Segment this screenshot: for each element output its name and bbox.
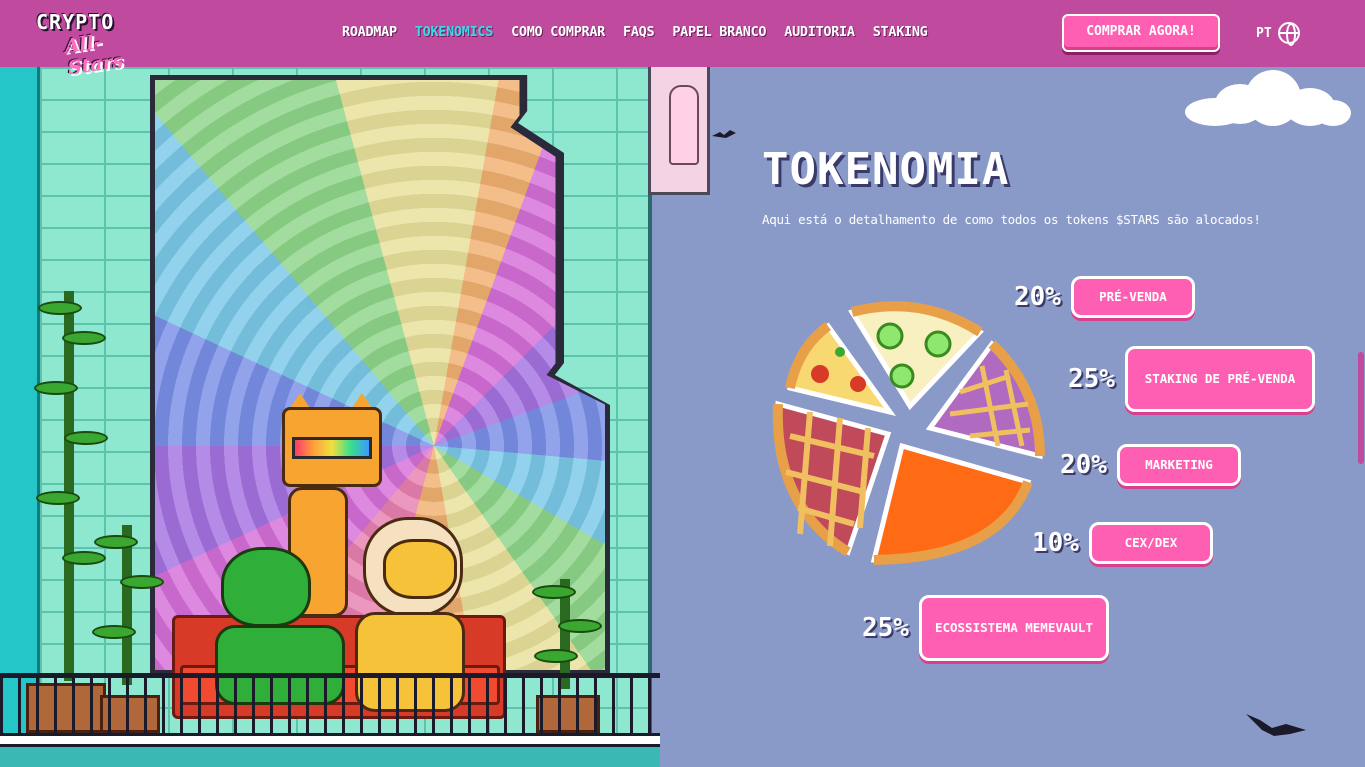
plant-stem [64,291,74,681]
allocation-percent: 25% [862,613,909,643]
plant-leaf [94,535,138,549]
top-nav: CRYPTO All-Stars ROADMAP TOKENOMICS COMO… [0,0,1365,79]
nav-link-auditoria[interactable]: AUDITORIA [784,24,855,40]
plant-leaf [92,625,136,639]
nav-link-staking[interactable]: STAKING [873,24,928,40]
nav-links: ROADMAP TOKENOMICS COMO COMPRAR FAQS PAP… [342,24,928,40]
plant-leaf [532,585,576,599]
balcony-railing [0,673,660,733]
tokenomics-subtitle: Aqui está o detalhamento de como todos o… [762,212,1261,227]
neighbor-figure [669,85,699,165]
pizza-pie-chart [770,296,1050,576]
plant-leaf [62,331,106,345]
buy-now-button[interactable]: COMPRAR AGORA! [1062,14,1220,52]
bird-icon [1246,714,1306,736]
plant-leaf [534,649,578,663]
allocation-label-presale[interactable]: PRÉ-VENDA [1070,276,1195,318]
allocation-percent: 25% [1068,364,1115,394]
plant-leaf [36,491,80,505]
language-selector[interactable]: PT [1256,22,1300,46]
allocation-cex-dex: 10% CEX/DEX [1032,522,1213,564]
building-below [0,747,660,767]
pizza-svg [772,301,1045,565]
allocation-label-marketing[interactable]: MARKETING [1116,444,1241,486]
allocation-label-presale-staking[interactable]: STAKING DE PRÉ-VENDA [1124,346,1315,412]
plant-stem [122,525,132,685]
allocation-label-cex-dex[interactable]: CEX/DEX [1088,522,1213,564]
duck-face [383,539,457,599]
allocation-presale: 20% PRÉ-VENDA [1014,276,1195,318]
nav-link-como-comprar[interactable]: COMO COMPRAR [511,24,605,40]
plant-leaf [120,575,164,589]
rainbow-visor [292,437,372,459]
language-code: PT [1256,25,1272,41]
bird-icon [712,130,736,138]
plant-leaf [64,431,108,445]
pizza-slice-orange [870,442,1033,565]
plant-left-short [92,525,164,685]
plant-leaf [34,381,78,395]
balcony-ledge [0,733,660,747]
allocation-memevault-ecosystem: 25% ECOSSISTEMA MEMEVAULT [862,595,1109,661]
allocation-percent: 10% [1032,528,1079,558]
nav-link-tokenomics[interactable]: TOKENOMICS [415,24,494,40]
cloud-decoration [1185,70,1351,126]
page-title: TOKENOMIA [762,144,1010,195]
allocation-percent: 20% [1060,450,1107,480]
allocation-marketing: 20% MARKETING [1060,444,1241,486]
nav-link-papel-branco[interactable]: PAPEL BRANCO [672,24,766,40]
alien-head [221,547,311,627]
page-scrollbar-thumb[interactable] [1358,352,1364,464]
balcony-scene-illustration [0,67,660,767]
crypto-all-stars-logo[interactable]: CRYPTO All-Stars [36,10,148,79]
nav-link-faqs[interactable]: FAQS [623,24,655,40]
globe-icon [1277,22,1300,46]
allocation-presale-staking: 25% STAKING DE PRÉ-VENDA [1068,346,1315,412]
allocation-label-memevault-ecosystem[interactable]: ECOSSISTEMA MEMEVAULT [918,595,1109,661]
neighbor-window [648,67,710,195]
allocation-percent: 20% [1014,282,1061,312]
pizza-slice-cherry [772,400,892,557]
plant-leaf [558,619,602,633]
nav-link-roadmap[interactable]: ROADMAP [342,24,397,40]
plant-leaf [38,301,82,315]
